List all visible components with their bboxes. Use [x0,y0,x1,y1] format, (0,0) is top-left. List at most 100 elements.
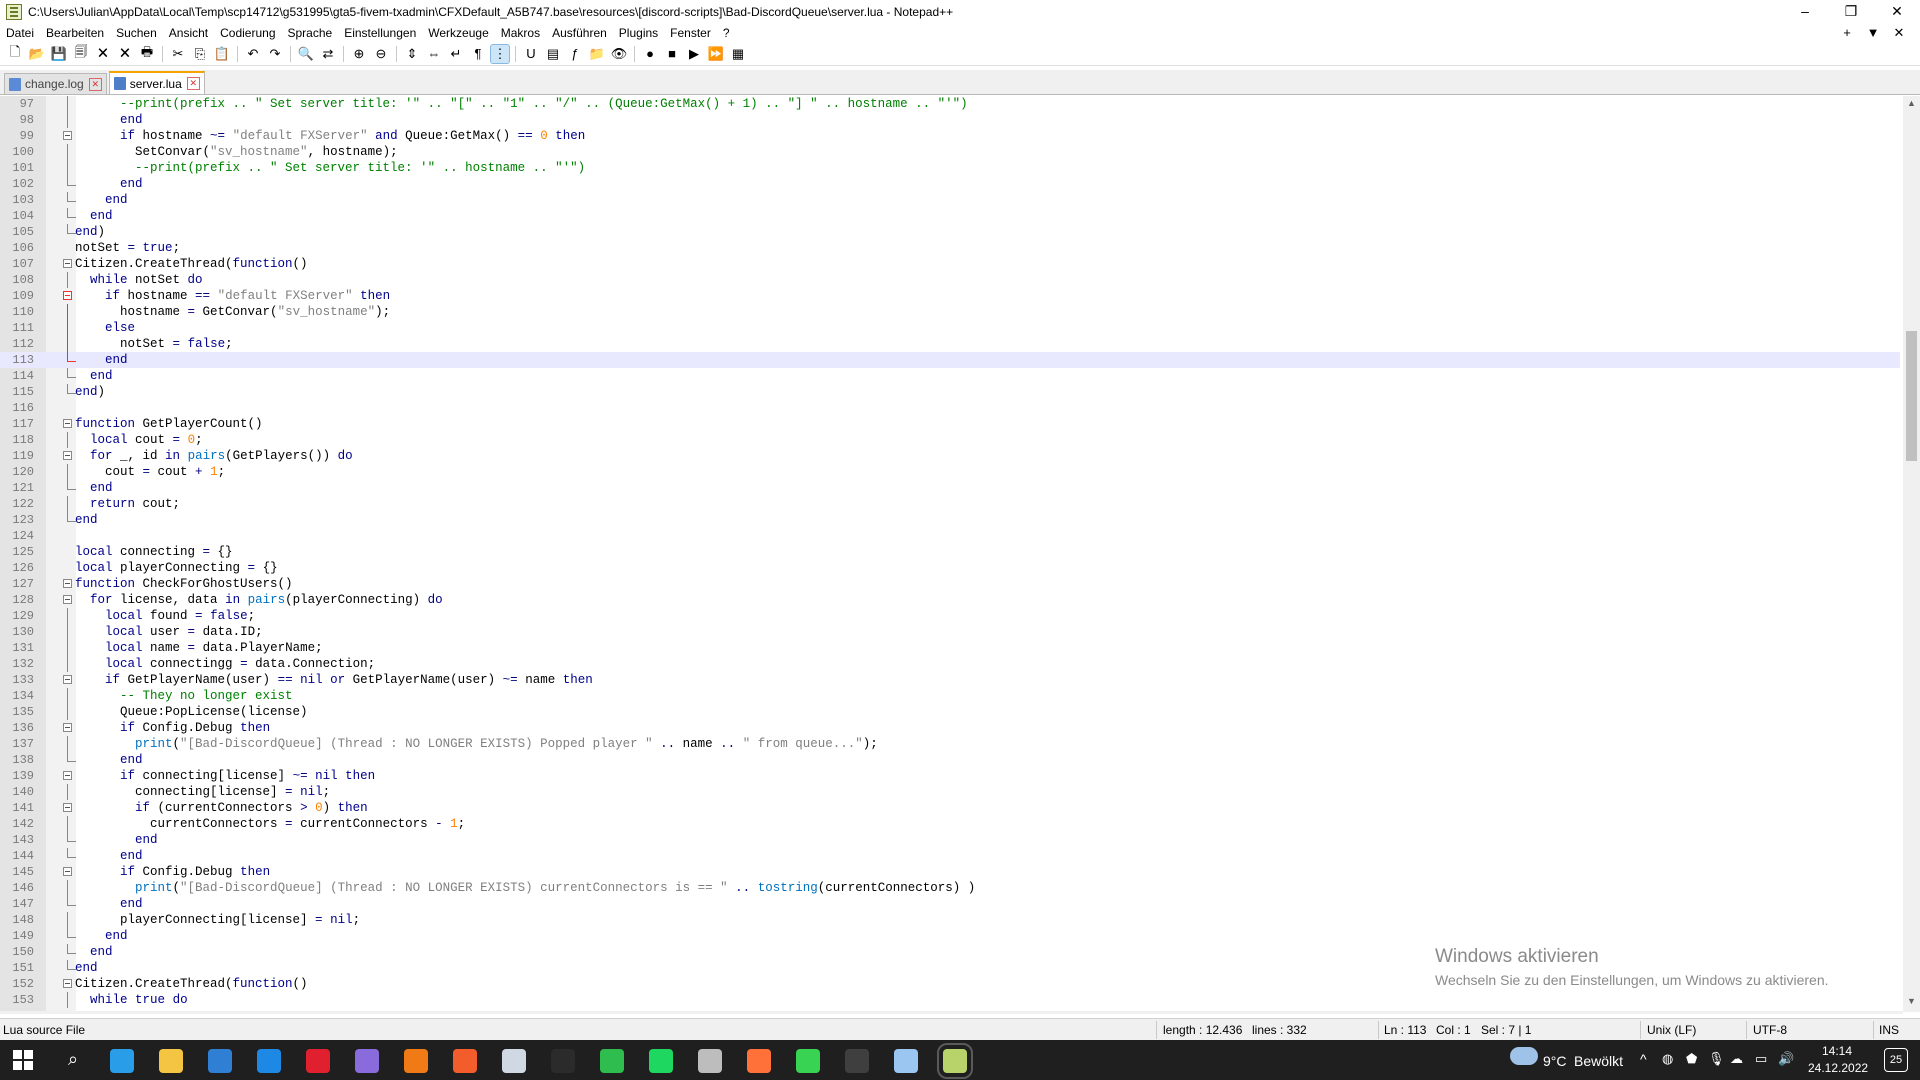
code-line[interactable]: 136 if Config.Debug then [0,720,1900,736]
code-line[interactable]: 109 if hostname == "default FXServer" th… [0,288,1900,304]
code-line[interactable]: 153 while true do [0,992,1900,1008]
scroll-down-arrow-icon[interactable]: ▼ [1903,996,1920,1010]
zoom-in-icon[interactable]: ⊕ [350,45,368,63]
word-wrap-icon[interactable]: ↵ [447,45,465,63]
new-file-icon[interactable]: 🗋 [6,44,24,63]
print-icon[interactable]: 🖶 [138,44,156,63]
menu-item-codierung[interactable]: Codierung [214,24,281,42]
horizontal-scrollbar[interactable] [0,1011,1903,1014]
fold-toggle-icon[interactable] [63,723,72,732]
code-line[interactable]: 129 local found = false; [0,608,1900,624]
code-line[interactable]: 102 end [0,176,1900,192]
network-icon[interactable] [698,1049,722,1073]
code-line[interactable]: 101 --print(prefix .. " Set server title… [0,160,1900,176]
code-line[interactable]: 147 end [0,896,1900,912]
code-line[interactable]: 98 end [0,112,1900,128]
scrollbar-thumb[interactable] [1906,331,1917,461]
fold-toggle-icon[interactable] [63,259,72,268]
volume-icon[interactable]: 🔊 [1778,1051,1794,1067]
code-line[interactable]: 111 else [0,320,1900,336]
undo-icon[interactable]: ↶ [244,45,262,63]
menu-item-fenster[interactable]: Fenster [664,24,717,42]
show-all-chars-icon[interactable]: ¶ [469,45,487,63]
code-line[interactable]: 139 if connecting[license] ~= nil then [0,768,1900,784]
menu-item-sprache[interactable]: Sprache [282,24,339,42]
vertical-scrollbar[interactable]: ▲ ▼ [1903,96,1920,1012]
code-line[interactable]: 126 local playerConnecting = {} [0,560,1900,576]
menu-item-makros[interactable]: Makros [495,24,546,42]
code-line[interactable]: 127 function CheckForGhostUsers() [0,576,1900,592]
weather-text[interactable]: Bewölkt [1574,1053,1623,1069]
code-line[interactable]: 119 for _, id in pairs(GetPlayers()) do [0,448,1900,464]
code-line[interactable]: 135 Queue:PopLicense(license) [0,704,1900,720]
tab-list-icon[interactable]: ▼ [1860,24,1886,42]
fold-toggle-icon[interactable] [63,771,72,780]
explorer-icon[interactable] [159,1049,183,1073]
fold-toggle-icon[interactable] [63,579,72,588]
sync-vertical-icon[interactable]: ⇕ [403,45,421,63]
mail-icon[interactable] [257,1049,281,1073]
app-green-icon[interactable] [796,1049,820,1073]
firefox-icon[interactable] [747,1049,771,1073]
sync-horizontal-icon[interactable]: ⇔ [425,45,443,63]
code-line[interactable]: 146 print("[Bad-DiscordQueue] (Thread : … [0,880,1900,896]
code-line[interactable]: 133 if GetPlayerName(user) == nil or Get… [0,672,1900,688]
code-line[interactable]: 124 [0,528,1900,544]
tab-change-log[interactable]: change.log ✕ [4,73,107,94]
menu-item-ansicht[interactable]: Ansicht [163,24,214,42]
store-icon[interactable] [208,1049,232,1073]
notepadpp-icon[interactable] [937,1043,973,1079]
fold-toggle-icon[interactable] [63,451,72,460]
menu-item-ausführen[interactable]: Ausführen [546,24,613,42]
map-pin-icon[interactable] [453,1049,477,1073]
code-line[interactable]: 138 end [0,752,1900,768]
epic-games-icon[interactable] [551,1049,575,1073]
xbox-icon[interactable] [600,1049,624,1073]
close-window-button[interactable]: ✕ [1874,0,1920,24]
opera-icon[interactable] [306,1049,330,1073]
fold-toggle-icon[interactable] [63,803,72,812]
excel-like-icon[interactable] [845,1049,869,1073]
display-icon[interactable]: ▭ [1755,1051,1767,1067]
code-line[interactable]: 148 playerConnecting[license] = nil; [0,912,1900,928]
code-line[interactable]: 130 local user = data.ID; [0,624,1900,640]
record-macro-icon[interactable]: ● [641,45,659,63]
code-editor[interactable]: 97 --print(prefix .. " Set server title:… [0,96,1920,1011]
code-line[interactable]: 116 [0,400,1900,416]
security-tray-icon[interactable]: ⬟ [1686,1051,1697,1067]
steam-icon[interactable] [502,1049,526,1073]
fold-toggle-icon[interactable] [63,291,72,300]
find-icon[interactable]: 🔍 [297,45,315,63]
menu-item-help[interactable]: ? [717,24,736,42]
tab-close-icon[interactable]: ✕ [186,77,200,90]
code-line[interactable]: 107 Citizen.CreateThread(function() [0,256,1900,272]
code-line[interactable]: 100 SetConvar("sv_hostname", hostname); [0,144,1900,160]
code-line[interactable]: 120 cout = cout + 1; [0,464,1900,480]
menu-item-einstellungen[interactable]: Einstellungen [338,24,422,42]
spotify-icon[interactable] [649,1049,673,1073]
start-icon[interactable] [12,1049,36,1073]
menu-item-datei[interactable]: Datei [0,24,40,42]
weather-cloud-icon[interactable] [1510,1047,1538,1065]
fold-toggle-icon[interactable] [63,419,72,428]
code-line[interactable]: 110 hostname = GetConvar("sv_hostname"); [0,304,1900,320]
redo-icon[interactable]: ↷ [266,45,284,63]
scroll-up-arrow-icon[interactable]: ▲ [1903,98,1920,112]
code-line[interactable]: 106 notSet = true; [0,240,1900,256]
code-line[interactable]: 123 end [0,512,1900,528]
code-line[interactable]: 137 print("[Bad-DiscordQueue] (Thread : … [0,736,1900,752]
maximize-button[interactable]: ❐ [1828,0,1874,24]
code-line[interactable]: 104 end [0,208,1900,224]
function-list-icon[interactable]: ƒ [566,45,584,63]
replace-icon[interactable]: ⇄ [319,45,337,63]
code-line[interactable]: 115 end) [0,384,1900,400]
stop-macro-icon[interactable]: ■ [663,45,681,63]
fold-toggle-icon[interactable] [63,595,72,604]
notification-center-button[interactable]: 25 [1884,1048,1908,1072]
code-line[interactable]: 142 currentConnectors = currentConnector… [0,816,1900,832]
menu-item-suchen[interactable]: Suchen [110,24,163,42]
close-doc-icon[interactable]: ✕ [1886,24,1912,42]
save-icon[interactable]: 💾 [50,45,68,63]
code-line[interactable]: 121 end [0,480,1900,496]
code-line[interactable]: 99 if hostname ~= "default FXServer" and… [0,128,1900,144]
